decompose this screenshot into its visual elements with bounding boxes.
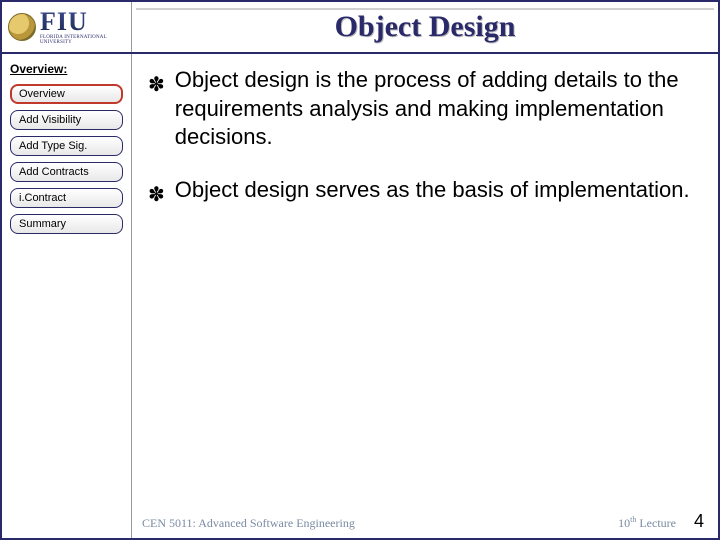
page-title: Object Design: [327, 10, 524, 44]
sidebar-item-icontract[interactable]: i.Contract: [10, 188, 123, 208]
header: FIU FLORIDA INTERNATIONAL UNIVERSITY Obj…: [2, 2, 718, 54]
bullet-item: ✽ Object design serves as the basis of i…: [140, 176, 694, 208]
sidebar: Overview: Overview Add Visibility Add Ty…: [2, 54, 132, 538]
bullet-item: ✽ Object design is the process of adding…: [140, 66, 694, 152]
sidebar-item-add-visibility[interactable]: Add Visibility: [10, 110, 123, 130]
bullet-list: ✽ Object design is the process of adding…: [140, 66, 694, 232]
footer-lecture: 10th Lecture: [618, 515, 676, 531]
sidebar-item-add-type-sig[interactable]: Add Type Sig.: [10, 136, 123, 156]
sidebar-item-label: Add Type Sig.: [19, 140, 87, 152]
body: Overview: Overview Add Visibility Add Ty…: [2, 54, 718, 538]
sidebar-item-label: Overview: [19, 88, 65, 100]
title-area: Object Design: [132, 2, 718, 52]
logo-big: FIU: [40, 9, 125, 35]
lecture-word: Lecture: [636, 516, 676, 530]
sidebar-item-summary[interactable]: Summary: [10, 214, 123, 234]
sidebar-item-overview[interactable]: Overview: [10, 84, 123, 104]
sidebar-item-label: i.Contract: [19, 192, 66, 204]
sidebar-item-label: Summary: [19, 218, 66, 230]
logo-small: FLORIDA INTERNATIONAL UNIVERSITY: [40, 35, 125, 45]
sidebar-heading: Overview:: [10, 62, 123, 76]
lecture-ord: 10: [618, 516, 630, 530]
content: ✽ Object design is the process of adding…: [132, 54, 718, 538]
asterisk-icon: ✽: [148, 182, 165, 208]
bullet-text: Object design serves as the basis of imp…: [175, 176, 690, 205]
footer-right: 10th Lecture 4: [618, 511, 704, 532]
footer: CEN 5011: Advanced Software Engineering …: [132, 511, 718, 532]
footer-course: CEN 5011: Advanced Software Engineering: [142, 516, 355, 531]
bullet-text: Object design is the process of adding d…: [175, 66, 694, 152]
logo-text: FIU FLORIDA INTERNATIONAL UNIVERSITY: [40, 9, 125, 45]
asterisk-icon: ✽: [148, 72, 165, 98]
sidebar-item-add-contracts[interactable]: Add Contracts: [10, 162, 123, 182]
page-number: 4: [694, 511, 704, 532]
logo: FIU FLORIDA INTERNATIONAL UNIVERSITY: [2, 2, 132, 52]
slide: FIU FLORIDA INTERNATIONAL UNIVERSITY Obj…: [0, 0, 720, 540]
sidebar-item-label: Add Visibility: [19, 114, 81, 126]
seal-icon: [8, 13, 36, 41]
sidebar-item-label: Add Contracts: [19, 166, 89, 178]
